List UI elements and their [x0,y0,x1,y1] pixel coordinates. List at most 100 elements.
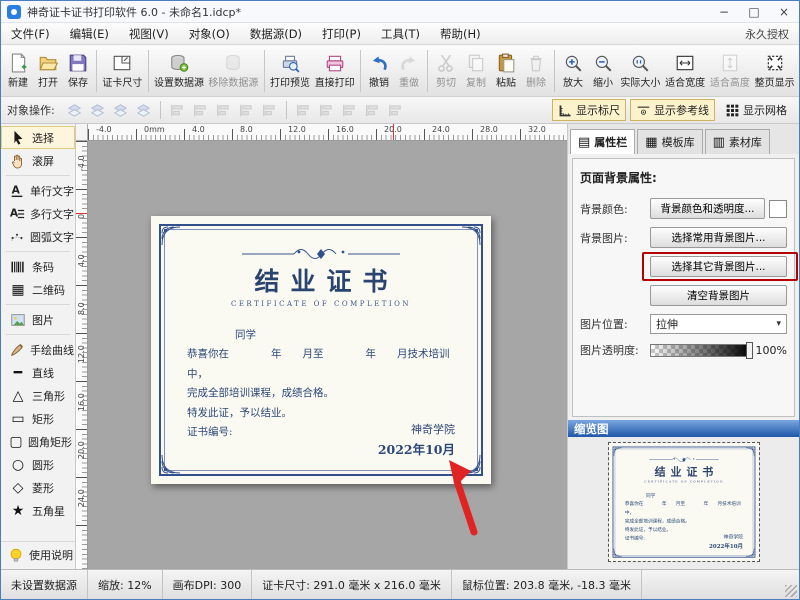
tab-properties[interactable]: ▤属性栏 [570,129,635,154]
tool-image[interactable]: 图片 [1,308,75,331]
rect-icon: ▭ [9,412,27,426]
show-guides-toggle[interactable]: 显示参考线 [630,99,715,121]
fit-width-button[interactable]: 适合宽度 [663,47,708,95]
svg-text:A: A [10,206,19,219]
image-position-dropdown[interactable]: 拉伸 ▾ [650,314,787,334]
card-size-icon [112,53,132,73]
usage-help-button[interactable]: 使用说明 [1,541,75,565]
align-top-icon [292,102,315,119]
tool-rectangle[interactable]: ▭矩形 [1,407,75,430]
zoom-in-button[interactable]: 放大 [558,47,588,95]
certificate-page[interactable]: 结业证书 CERTIFICATE OF COMPLETION 同学 恭喜你在 年… [151,216,491,484]
paste-button[interactable]: 粘贴 [491,47,521,95]
open-button[interactable]: 打开 [33,47,63,95]
triangle-icon: △ [9,389,27,403]
whole-page-button[interactable]: 整页显示 [752,47,797,95]
menu-bar: 文件(F)编辑(E)视图(V)对象(O)数据源(D)打印(P)工具(T)帮助(H… [1,23,799,45]
select-other-bg-button[interactable]: 选择其它背景图片... [650,256,787,277]
zoom-out-button[interactable]: 缩小 [588,47,618,95]
tool-arc-text[interactable]: 圆弧文字 [1,225,75,248]
actual-size-button[interactable]: 实际大小 [618,47,663,95]
ruler-label: 20.0 [77,441,86,459]
toolbar-separator [148,50,149,92]
tool-qrcode[interactable]: ▦二维码 [1,278,75,301]
tool-triangle-label: 三角形 [32,388,65,404]
show-ruler-label: 显示标尺 [576,102,620,118]
tool-single-line-text[interactable]: A单行文字 [1,179,75,202]
align-middle-icon [315,102,338,119]
tool-diamond[interactable]: ◇菱形 [1,476,75,499]
redo-button: 重做 [394,47,424,95]
print-preview-label: 打印预览 [270,74,310,89]
print-preview-button[interactable]: 打印预览 [268,47,313,95]
menu-file[interactable]: 文件(F) [1,23,60,45]
ruler-label: 8.0 [77,302,86,315]
bg-color-button[interactable]: 背景颜色和透明度... [650,198,765,219]
certificate-thumbnail[interactable]: 结业证书 CERTIFICATE OF COMPLETION 同学 恭喜你在 年… [609,443,759,561]
certificate-body-line: 完成全部培训课程，成绩合格。 [187,384,465,403]
arc-text-icon [9,229,25,245]
opacity-slider-handle[interactable] [746,342,753,359]
delete-icon [526,53,546,73]
minimize-button[interactable]: − [709,1,739,22]
menu-datasource[interactable]: 数据源(D) [240,23,312,45]
new-button[interactable]: 新建 [3,47,33,95]
opacity-slider[interactable] [650,344,752,357]
usage-help-label: 使用说明 [29,547,73,563]
ruler-label: 32.0 [528,125,546,134]
tool-select[interactable]: 选择 [1,126,75,149]
tool-circle[interactable]: ○圆形 [1,453,75,476]
window-controls: − □ × [709,1,799,22]
cut-icon [436,53,456,73]
tab-templates[interactable]: ▦模板库 [637,129,702,154]
show-grid-toggle[interactable]: 显示网格 [719,99,793,121]
app-logo-icon [7,5,21,19]
open-folder-icon [38,53,58,73]
tool-multi-line-text[interactable]: A 多行文字 [1,202,75,225]
tool-arc-text-label: 圆弧文字 [30,229,74,245]
multi-text-icon: A [9,206,25,222]
tool-barcode-label: 条码 [32,259,54,275]
send-to-back-icon [86,102,109,119]
align-center-icon [189,102,212,119]
ruler-label: 24.0 [77,489,86,507]
tool-star[interactable]: ★五角星 [1,499,75,522]
ruler-label: 4.0 [77,254,86,267]
tool-multi-line-text-label: 多行文字 [30,206,74,222]
tool-triangle[interactable]: △ 三角形 [1,384,75,407]
zoom-in-icon [563,53,583,73]
tool-rounded-rectangle[interactable]: ▢圆角矩形 [1,430,75,453]
datasource-status: 未设置数据源 [1,570,88,599]
align-horizontal-icon [235,102,258,119]
tool-scroll-label: 滚屏 [32,153,54,169]
certificate-issuer: 神奇学院 [378,421,455,437]
tool-barcode[interactable]: 条码 [1,255,75,278]
set-datasource-button[interactable]: 设置数据源 [152,47,206,95]
menu-edit[interactable]: 编辑(E) [60,23,119,45]
menu-object[interactable]: 对象(O) [179,23,240,45]
bg-color-swatch[interactable] [769,200,787,218]
tab-materials[interactable]: ▥素材库 [705,129,770,154]
menu-print[interactable]: 打印(P) [312,23,371,45]
save-button[interactable]: 保存 [63,47,93,95]
clear-bg-button[interactable]: 清空背景图片 [650,285,787,306]
select-common-bg-button[interactable]: 选择常用背景图片... [650,227,787,248]
direct-print-button[interactable]: 直接打印 [312,47,357,95]
menu-help[interactable]: 帮助(H) [430,23,491,45]
title-bar: 神奇证卡证书打印软件 6.0 - 未命名1.idcp* − □ × [1,1,799,23]
card-size-button[interactable]: 证卡尺寸 [100,47,145,95]
show-ruler-toggle[interactable]: 显示标尺 [552,99,626,121]
cut-label: 剪切 [436,74,456,89]
ruler-label: 12.0 [77,345,86,363]
menu-tools[interactable]: 工具(T) [371,23,430,45]
maximize-button[interactable]: □ [739,1,769,22]
undo-button[interactable]: 撤销 [364,47,394,95]
tool-straight-line[interactable]: ━直线 [1,361,75,384]
tool-freehand-curve[interactable]: 手绘曲线 [1,338,75,361]
close-button[interactable]: × [769,1,799,22]
corner-flourish-icon [745,447,755,457]
tool-scroll[interactable]: 滚屏 [1,149,75,172]
design-canvas[interactable]: 结业证书 CERTIFICATE OF COMPLETION 同学 恭喜你在 年… [88,141,567,569]
menu-view[interactable]: 视图(V) [119,23,179,45]
certificate-title: 结业证书 [609,463,759,479]
